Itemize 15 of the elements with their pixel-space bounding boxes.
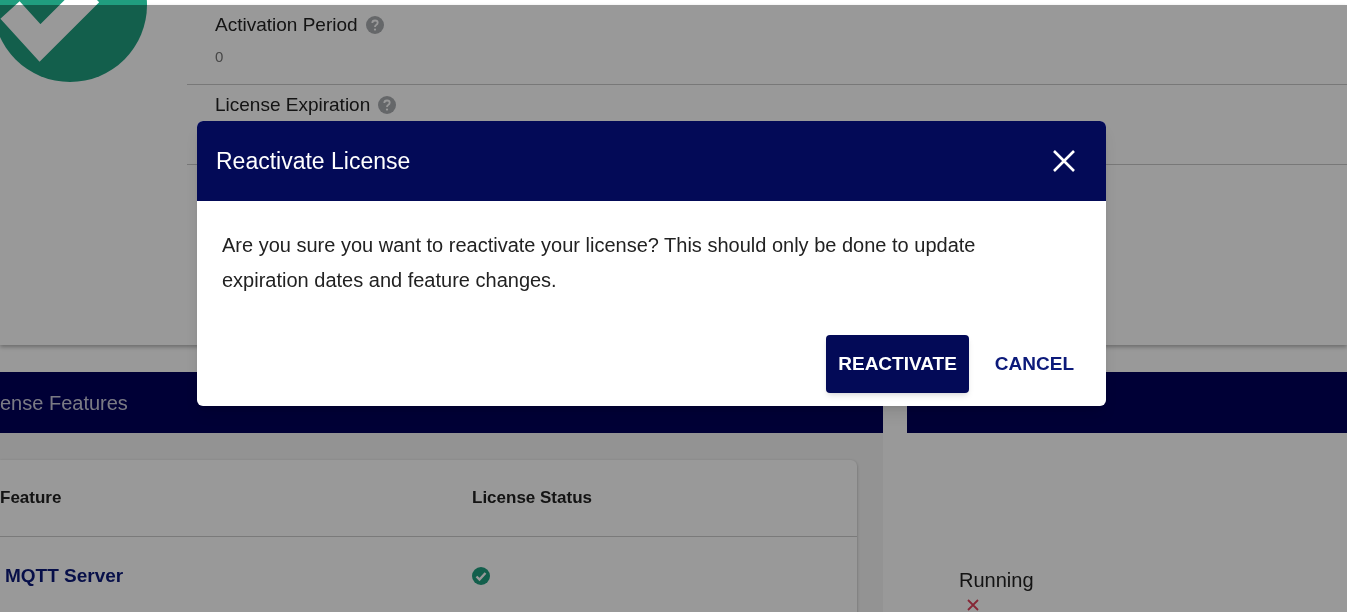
column-header: Feature [0, 487, 63, 510]
detail-label: License Expiration [215, 93, 371, 117]
column-header: License Status [472, 487, 592, 510]
close-icon[interactable] [1052, 149, 1076, 173]
panel-title: ense Features [0, 390, 128, 416]
dialog-title: Reactivate License [216, 146, 411, 176]
dialog-message: Are you sure you want to reactivate your license? This should only be done to update expiration dates and feature changes. [222, 233, 977, 293]
help-icon[interactable] [378, 96, 397, 115]
help-icon[interactable] [365, 16, 384, 35]
cancel-button[interactable]: CANCEL [982, 335, 1086, 393]
meter-status: Running [959, 568, 1035, 593]
table-cell-text: MQTT Server [4, 563, 125, 588]
detail-value: 0 [215, 46, 225, 67]
reactivate-button[interactable]: REACTIVATE [826, 335, 969, 393]
detail-label: Activation Period [215, 13, 358, 37]
